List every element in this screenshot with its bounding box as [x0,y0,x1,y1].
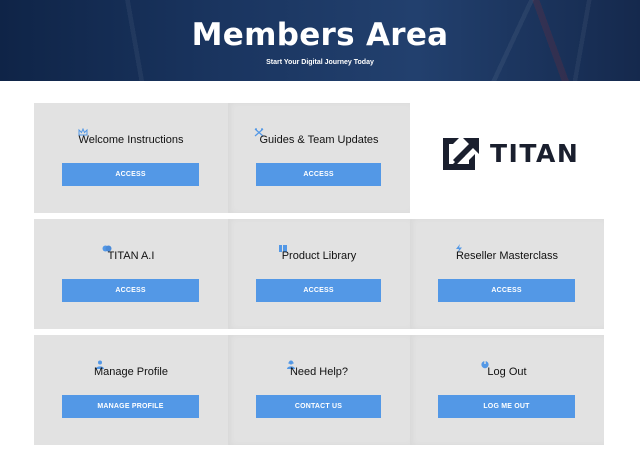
card-titan-ai: TITAN A.I ACCESS [34,219,228,329]
card-title: Product Library [281,250,357,262]
card-title: Reseller Masterclass [455,250,559,262]
page-title: Members Area [191,17,449,53]
titan-logo-mark-icon [443,138,479,170]
card-reseller-masterclass: Reseller Masterclass ACCESS [410,219,604,329]
hero-banner: Members Area Start Your Digital Journey … [0,0,640,81]
card-log-out: Log Out LOG ME OUT [410,335,604,445]
card-title: Guides & Team Updates [259,134,379,146]
cards-row-2: TITAN A.I ACCESS Product Library ACCESS … [34,219,604,329]
cards-row-1: Welcome Instructions ACCESS Guides & Tea… [34,103,410,213]
card-manage-profile: Manage Profile MANAGE PROFILE [34,335,228,445]
page-subtitle: Start Your Digital Journey Today [266,59,374,66]
product-library-access-button[interactable]: ACCESS [256,279,381,302]
reseller-masterclass-access-button[interactable]: ACCESS [438,279,575,302]
card-need-help: Need Help? CONTACT US [228,335,410,445]
logo-text: TITAN [490,139,580,168]
titan-logo: TITAN [441,136,580,172]
card-product-library: Product Library ACCESS [228,219,410,329]
guides-access-button[interactable]: ACCESS [256,163,381,186]
card-title: Manage Profile [94,366,168,378]
cards-row-3: Manage Profile MANAGE PROFILE Need Help?… [34,335,604,445]
card-welcome-instructions: Welcome Instructions ACCESS [34,103,228,213]
card-guides-team-updates: Guides & Team Updates ACCESS [228,103,410,213]
welcome-access-button[interactable]: ACCESS [62,163,199,186]
manage-profile-button[interactable]: MANAGE PROFILE [62,395,199,418]
card-title: Need Help? [289,366,349,378]
card-title: TITAN A.I [107,250,155,262]
card-title: Log Out [487,366,527,378]
contact-us-button[interactable]: CONTACT US [256,395,381,418]
titan-ai-access-button[interactable]: ACCESS [62,279,199,302]
log-me-out-button[interactable]: LOG ME OUT [438,395,575,418]
card-title: Welcome Instructions [78,134,184,146]
